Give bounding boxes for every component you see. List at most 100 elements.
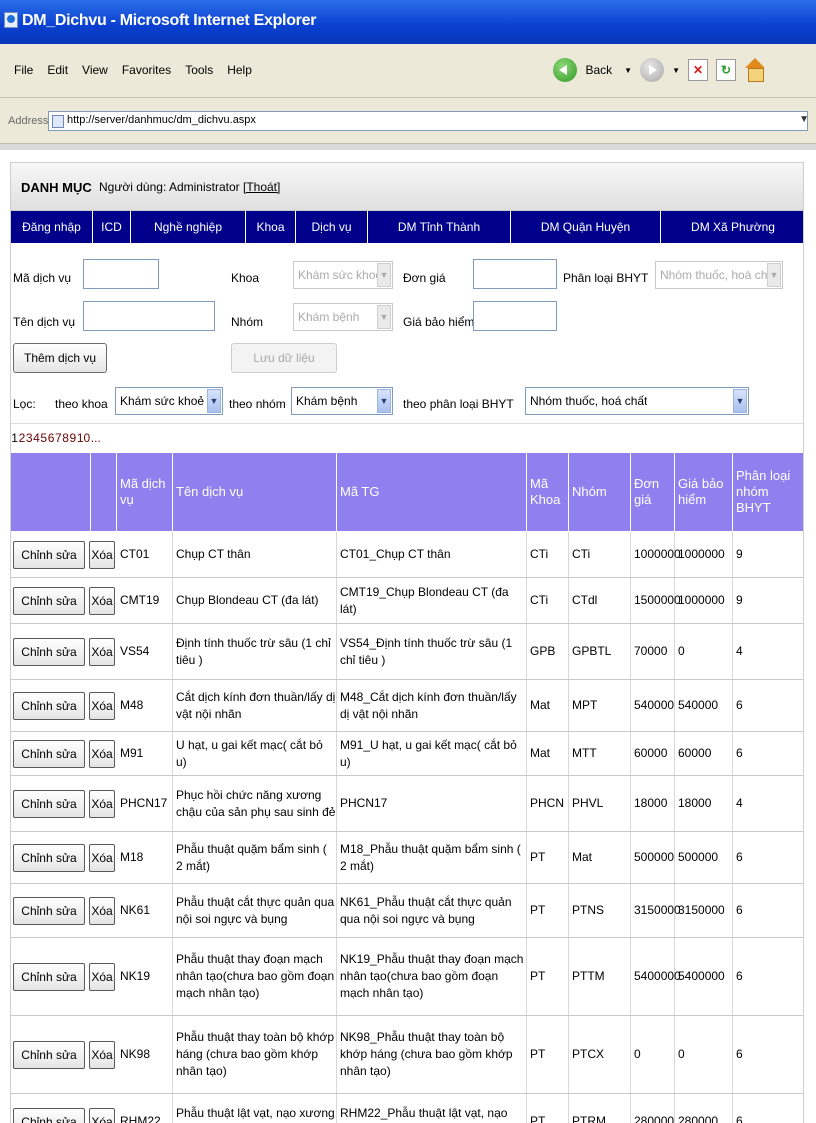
cell-ten-dich-vu: Phẫu thuật quặm bẩm sinh ( 2 mắt) [173, 832, 337, 883]
edit-button[interactable]: Chỉnh sửa [13, 897, 85, 925]
nav-bar: Đăng nhập ICD Nghề nghiệp Khoa Dịch vụ D… [11, 211, 803, 243]
delete-button[interactable]: Xóa [89, 1041, 115, 1069]
pager-page-1[interactable]: 1 [11, 431, 18, 445]
menu-tools[interactable]: Tools [185, 63, 213, 77]
gia-bao-hiem-input[interactable] [473, 301, 557, 331]
address-field[interactable]: http://server/danhmuc/dm_dichvu.aspx ▼ [48, 111, 809, 131]
cell-ma-dich-vu: VS54 [117, 624, 173, 679]
cell-ma-khoa: CTi [527, 578, 569, 623]
phan-loai-bhyt-select[interactable]: Nhóm thuốc, hoá chất ▼ [655, 261, 783, 289]
pager-page-5[interactable]: 5 [40, 431, 47, 445]
table-row: Chỉnh sửa Xóa VS54 Định tính thuốc trừ sâu … [11, 624, 803, 680]
table-row: Chỉnh sửa Xóa NK19 Phẫu thuật thay đoạn mạc… [11, 938, 803, 1016]
pager-page-9[interactable]: 9 [69, 431, 77, 445]
nav-dm-xa-phuong[interactable]: DM Xã Phường [661, 211, 803, 243]
edit-button[interactable]: Chỉnh sửa [13, 541, 85, 569]
nav-dich-vu[interactable]: Dịch vụ [296, 211, 368, 243]
delete-button[interactable]: Xóa [89, 638, 115, 666]
ie-page-icon [4, 12, 18, 28]
back-label[interactable]: Back [585, 63, 612, 77]
header-ma-dich-vu: Mã dịch vụ [117, 453, 173, 531]
nav-dm-tinh-thanh[interactable]: DM Tỉnh Thành [368, 211, 511, 243]
edit-button[interactable]: Chỉnh sửa [13, 638, 85, 666]
stop-icon[interactable]: ✕ [688, 59, 708, 81]
address-url[interactable]: http://server/danhmuc/dm_dichvu.aspx [67, 114, 256, 126]
cell-ma-tg: RHM22_Phẫu thuật lật vạt, nạo xương [337, 1094, 527, 1123]
cell-don-gia: 18000 [631, 776, 675, 831]
cell-phan-loai-bhyt: 6 [736, 698, 743, 712]
logout-link[interactable]: [Thoát] [243, 180, 280, 194]
filter-phan-loai-select[interactable]: Nhóm thuốc, hoá chất ▼ [525, 387, 749, 415]
header-ten-dich-vu: Tên dịch vụ [173, 453, 337, 531]
khoa-select[interactable]: Khám sức khoẻ ▼ [293, 261, 393, 289]
ten-dich-vu-label: Tên dịch vụ [13, 315, 76, 329]
don-gia-input[interactable] [473, 259, 557, 289]
refresh-icon[interactable]: ↻ [716, 59, 736, 81]
delete-button[interactable]: Xóa [89, 963, 115, 991]
delete-button[interactable]: Xóa [89, 1108, 115, 1123]
nav-khoa[interactable]: Khoa [246, 211, 296, 243]
nav-nghe-nghiep[interactable]: Nghề nghiệp [131, 211, 246, 243]
forward-dropdown-icon[interactable]: ▼ [672, 66, 680, 75]
cell-nhom: MTT [569, 732, 631, 775]
pager: 1 2 3 4 5 6 7 8 9 10 ... [11, 431, 803, 445]
menu-help[interactable]: Help [227, 63, 252, 77]
address-label: Address [8, 115, 49, 127]
nav-dang-nhap[interactable]: Đăng nhập [11, 211, 93, 243]
theo-phan-loai-label: theo phân loại BHYT [403, 397, 514, 411]
cell-nhom: PTTM [569, 938, 631, 1015]
pager-page-2[interactable]: 2 [18, 431, 26, 445]
cell-gia-bao-hiem: 540000 [675, 680, 733, 731]
menu-edit[interactable]: Edit [47, 63, 68, 77]
edit-button[interactable]: Chỉnh sửa [13, 1108, 85, 1123]
back-icon[interactable] [553, 58, 578, 82]
menu-view[interactable]: View [82, 63, 108, 77]
delete-button[interactable]: Xóa [89, 587, 115, 615]
cell-ma-tg: M18_Phẫu thuật quặm bẩm sinh ( 2 mắt) [337, 832, 527, 883]
filter-phan-loai-value: Nhóm thuốc, hoá chất [530, 394, 648, 408]
cell-ten-dich-vu: U hạt, u gai kết mạc( cắt bỏ u) [173, 732, 337, 775]
menu-favorites[interactable]: Favorites [122, 63, 171, 77]
edit-button[interactable]: Chỉnh sửa [13, 844, 85, 872]
save-button[interactable]: Lưu dữ liệu [231, 343, 337, 373]
ma-dich-vu-input[interactable] [83, 259, 159, 289]
pager-page-7[interactable]: 7 [55, 431, 62, 445]
edit-button[interactable]: Chỉnh sửa [13, 1041, 85, 1069]
edit-button[interactable]: Chỉnh sửa [13, 587, 85, 615]
phan-loai-bhyt-select-value: Nhóm thuốc, hoá chất [660, 268, 778, 282]
menu-file[interactable]: File [14, 63, 33, 77]
pager-page-3[interactable]: 3 [26, 431, 33, 445]
back-dropdown-icon[interactable]: ▼ [624, 66, 632, 75]
ten-dich-vu-input[interactable] [83, 301, 215, 331]
cell-don-gia: 1500000 [631, 578, 681, 623]
delete-button[interactable]: Xóa [89, 541, 115, 569]
delete-button[interactable]: Xóa [89, 740, 115, 768]
pager-page-10[interactable]: 10 [77, 431, 91, 445]
forward-icon[interactable] [640, 58, 665, 82]
delete-button[interactable]: Xóa [89, 790, 115, 818]
delete-button[interactable]: Xóa [89, 897, 115, 925]
cell-nhom: PTRM [569, 1094, 631, 1123]
nav-icd[interactable]: ICD [93, 211, 131, 243]
delete-button[interactable]: Xóa [89, 844, 115, 872]
cell-ma-tg: M91_U hạt, u gai kết mạc( cắt bỏ u) [337, 732, 527, 775]
filter-nhom-select[interactable]: Khám bệnh ▼ [291, 387, 393, 415]
pager-page-4[interactable]: 4 [33, 431, 40, 445]
add-service-button[interactable]: Thêm dịch vụ [13, 343, 107, 373]
pager-page-8[interactable]: 8 [62, 431, 69, 445]
edit-button[interactable]: Chỉnh sửa [13, 692, 85, 720]
edit-button[interactable]: Chỉnh sửa [13, 790, 85, 818]
pager-more[interactable]: ... [90, 431, 101, 445]
filter-khoa-select[interactable]: Khám sức khoẻ ▼ [115, 387, 223, 415]
menu-bar: File Edit View Favorites Tools Help Back… [0, 44, 816, 98]
cell-ten-dich-vu: Chụp Blondeau CT (đa lát) [173, 578, 337, 623]
pager-page-6[interactable]: 6 [47, 431, 55, 445]
home-icon[interactable] [744, 58, 766, 82]
nhom-select[interactable]: Khám bệnh ▼ [293, 303, 393, 331]
header-don-gia: Đơn giá [631, 453, 675, 531]
address-dropdown-icon[interactable]: ▼ [799, 114, 809, 125]
edit-button[interactable]: Chỉnh sửa [13, 963, 85, 991]
edit-button[interactable]: Chỉnh sửa [13, 740, 85, 768]
nav-dm-quan-huyen[interactable]: DM Quận Huyện [511, 211, 661, 243]
delete-button[interactable]: Xóa [89, 692, 115, 720]
